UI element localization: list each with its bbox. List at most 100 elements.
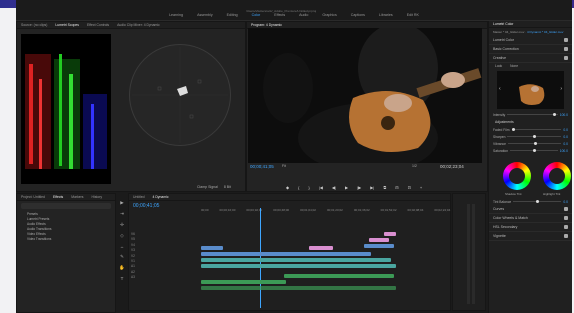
lumetri-effect-row[interactable]: Lumetri Color (489, 36, 572, 45)
type-tool-icon[interactable]: T (121, 276, 124, 281)
timeline-timecode[interactable]: 00;00;41;05 (133, 203, 159, 209)
shadow-tint-wheel[interactable] (503, 162, 531, 190)
program-timecode[interactable]: 00;00;41;05 (250, 164, 274, 169)
workspace-audio[interactable]: Audio (299, 13, 308, 17)
quality-select[interactable]: 1/2 (412, 164, 417, 168)
tint-balance-slider[interactable]: Tint Balance 0.0 (489, 198, 572, 205)
section-vignette[interactable]: Vignette (489, 232, 572, 241)
bit-depth[interactable]: 8 Bit (224, 185, 231, 189)
color-wheels-checkbox[interactable] (564, 216, 568, 220)
tab-audio-clip-mixer[interactable]: Audio Clip Mixer: 4 Dynamic (117, 23, 160, 27)
curves-checkbox[interactable] (564, 207, 568, 211)
adjustments-heading[interactable]: Adjustments (489, 118, 572, 126)
look-preview-thumbnail[interactable]: ‹ › (497, 71, 564, 109)
intensity-slider[interactable]: Intensity 100.0 (489, 111, 572, 118)
sequence-clip: 4 Dynamic * 04_Glider.mov (527, 30, 564, 34)
selection-tool-icon[interactable]: ▶ (120, 200, 123, 206)
clip[interactable] (309, 246, 333, 250)
pen-tool-icon[interactable]: ✎ (120, 254, 124, 260)
sharpen-slider[interactable]: Sharpen 0.0 (489, 133, 572, 140)
tab-history[interactable]: History (92, 195, 103, 199)
tab-source[interactable]: Source: (no clips) (21, 23, 47, 27)
saturation-slider[interactable]: Saturation 100.0 (489, 147, 572, 154)
workspace-effects[interactable]: Effects (274, 13, 285, 17)
clip[interactable] (201, 258, 391, 262)
section-basic-correction[interactable]: Basic Correction (489, 45, 572, 54)
clamp-signal-toggle[interactable]: Clamp Signal (197, 185, 218, 189)
mark-in-button[interactable]: { (298, 185, 299, 190)
timeline-ruler[interactable]: 00;00 00;00;16;00 00;00;32;00 00;00;48;0… (201, 208, 504, 213)
tab-4-dynamic-sequence[interactable]: 4 Dynamic (153, 195, 169, 199)
clip[interactable] (369, 238, 389, 242)
vignette-checkbox[interactable] (564, 234, 568, 238)
tab-program[interactable]: Program: 4 Dynamic (251, 23, 282, 27)
ripple-edit-tool-icon[interactable]: ✢ (120, 222, 124, 228)
next-look-icon[interactable]: › (560, 86, 562, 92)
workspace-graphics[interactable]: Graphics (322, 13, 336, 17)
go-to-in-button[interactable]: |◀ (319, 185, 323, 190)
clip[interactable] (384, 232, 396, 236)
prev-look-icon[interactable]: ‹ (499, 86, 501, 92)
tint-balance-value[interactable]: 0.0 (563, 200, 568, 204)
vibrance-slider[interactable]: Vibrance 0.0 (489, 140, 572, 147)
vibrance-label: Vibrance (493, 141, 506, 146)
step-forward-button[interactable]: |▶ (357, 185, 361, 190)
effects-folder-video-transitions[interactable]: Video Transitions (17, 236, 115, 241)
faded-value[interactable]: 0.0 (563, 128, 568, 132)
hsl-checkbox[interactable] (564, 225, 568, 229)
track-header-v3[interactable]: V3 (131, 248, 135, 253)
clip[interactable] (284, 274, 394, 278)
tab-markers[interactable]: Markers (71, 195, 83, 199)
workspace-editing[interactable]: Editing (227, 13, 238, 17)
basic-correction-checkbox[interactable] (564, 47, 568, 51)
hand-tool-icon[interactable]: ✋ (119, 265, 125, 271)
play-button[interactable]: ▶ (345, 185, 348, 190)
lift-button[interactable]: ⧉ (383, 185, 386, 190)
faded-film-slider[interactable]: Faded Film 0.0 (489, 126, 572, 133)
mark-out-button[interactable]: } (308, 185, 309, 190)
look-select[interactable]: None (510, 64, 518, 68)
zoom-select[interactable]: Fit (282, 164, 286, 168)
tab-lumetri-scopes[interactable]: Lumetri Scopes (55, 23, 79, 27)
workspace-captions[interactable]: Captions (351, 13, 365, 17)
tab-project[interactable]: Project: Untitled (21, 195, 45, 199)
sharpen-value[interactable]: 0.0 (563, 135, 568, 139)
section-curves[interactable]: Curves (489, 205, 572, 214)
workspace-libraries[interactable]: Libraries (379, 13, 393, 17)
workspace-learning[interactable]: Learning (169, 13, 183, 17)
tint-wheels: Shadow Tint Highlight Tint (489, 154, 572, 198)
tab-effects[interactable]: Effects (53, 195, 63, 199)
razor-tool-icon[interactable]: ◇ (120, 233, 123, 239)
workspace-assembly[interactable]: Assembly (197, 13, 213, 17)
effect-enable-checkbox[interactable] (564, 38, 568, 42)
track-header-a3[interactable]: A3 (131, 275, 135, 280)
saturation-value[interactable]: 100.0 (560, 149, 568, 153)
workspace-edit-rk[interactable]: Edit RK (407, 13, 419, 17)
clip[interactable] (201, 280, 286, 284)
creative-checkbox[interactable] (564, 56, 568, 60)
master-clip-selector[interactable]: Master * 04_Glider.mov · 4 Dynamic * 04_… (489, 28, 572, 36)
highlight-tint-wheel[interactable] (543, 162, 571, 190)
tab-untitled-sequence[interactable]: Untitled (133, 195, 145, 199)
vibrance-value[interactable]: 0.0 (563, 142, 568, 146)
track-select-tool-icon[interactable]: ⇥ (120, 211, 124, 217)
export-frame-button[interactable]: ⊡ (408, 185, 411, 190)
clip[interactable] (201, 246, 223, 250)
effects-search-input[interactable] (21, 203, 111, 209)
clip[interactable] (364, 244, 394, 248)
step-back-button[interactable]: ◀| (332, 185, 336, 190)
section-hsl-secondary[interactable]: HSL Secondary (489, 223, 572, 232)
clip[interactable] (201, 252, 371, 256)
add-button[interactable]: + (420, 185, 422, 190)
clip[interactable] (201, 264, 396, 268)
section-color-wheels[interactable]: Color Wheels & Match (489, 214, 572, 223)
extract-button[interactable]: ⊟ (395, 185, 398, 190)
workspace-color[interactable]: Color (252, 13, 261, 17)
intensity-value[interactable]: 100.0 (560, 113, 568, 117)
slip-tool-icon[interactable]: ↔ (120, 244, 125, 249)
add-marker-button[interactable]: ◆ (286, 185, 289, 190)
clip[interactable] (201, 286, 396, 290)
section-creative[interactable]: Creative (489, 54, 572, 63)
go-to-out-button[interactable]: ▶| (370, 185, 374, 190)
tab-effect-controls[interactable]: Effect Controls (87, 23, 109, 27)
